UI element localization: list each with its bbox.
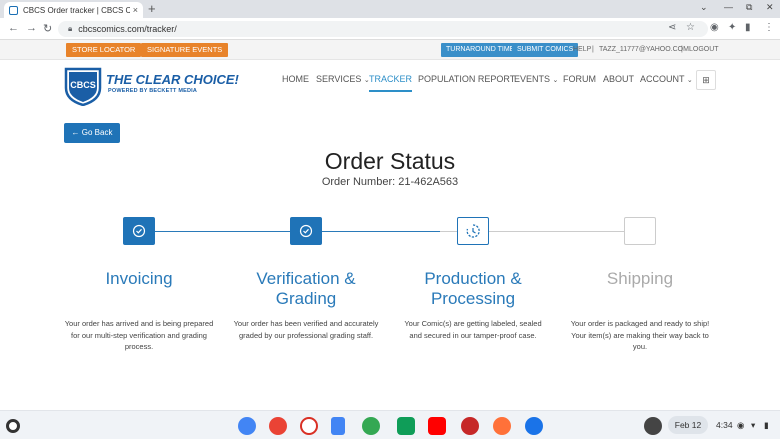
help-link[interactable]: HELP bbox=[573, 46, 591, 53]
user-email-link[interactable]: TAZZ_11777@YAHOO.COM bbox=[599, 46, 689, 53]
restore-button[interactable]: ⧉ bbox=[746, 2, 752, 13]
go-back-button[interactable]: ← Go Back bbox=[64, 123, 120, 143]
clock-time[interactable]: 4:34 bbox=[716, 420, 733, 430]
youtube-icon[interactable] bbox=[428, 417, 446, 435]
utility-bar: STORE LOCATOR SIGNATURE EVENTS TURNAROUN… bbox=[0, 40, 780, 60]
check-circle-icon bbox=[299, 224, 313, 238]
cbcs-favicon-icon bbox=[9, 5, 18, 15]
nav-account[interactable]: ACCOUNT ⌄ bbox=[640, 74, 693, 84]
battery-icon[interactable]: ▮ bbox=[764, 420, 769, 431]
back-nav-button[interactable]: ← bbox=[8, 22, 19, 34]
step-title-production: Production & Processing bbox=[424, 269, 522, 308]
tab-close-icon[interactable]: × bbox=[133, 5, 138, 15]
nav-services-label: SERVICES bbox=[316, 74, 362, 84]
logout-link[interactable]: LOGOUT bbox=[689, 46, 719, 53]
step-title-verification: Verification & Grading bbox=[256, 269, 356, 308]
bookmark-star-icon[interactable]: ☆ bbox=[686, 22, 695, 33]
page-title: Order Status bbox=[324, 148, 456, 174]
logo-powered-by: POWERED BY BECKETT MEDIA bbox=[108, 88, 198, 94]
chevron-down-icon: ⌄ bbox=[552, 77, 559, 84]
tab-title: CBCS Order tracker | CBCS Comi bbox=[23, 5, 130, 15]
nav-events[interactable]: EVENTS ⌄ bbox=[514, 74, 558, 84]
nav-about[interactable]: ABOUT bbox=[603, 74, 634, 84]
nav-events-label: EVENTS bbox=[514, 74, 551, 84]
menu-kebab-icon[interactable]: ⋮ bbox=[764, 22, 774, 33]
docs-icon[interactable] bbox=[331, 417, 345, 435]
reload-button[interactable]: ↻ bbox=[43, 22, 52, 35]
address-bar[interactable]: 🔒︎ cbcscomics.com/tracker/ bbox=[58, 21, 708, 37]
store-locator-button[interactable]: STORE LOCATOR bbox=[66, 43, 142, 57]
step-verification-icon bbox=[290, 217, 322, 245]
step-desc-production: Your Comic(s) are getting labeled, seale… bbox=[404, 319, 542, 340]
avatar[interactable] bbox=[644, 417, 662, 435]
notification-icon[interactable]: ◉ bbox=[737, 420, 744, 431]
wifi-icon[interactable]: ▾ bbox=[751, 420, 755, 431]
step-shipping-icon bbox=[624, 217, 656, 245]
nav-account-label: ACCOUNT bbox=[640, 74, 685, 84]
step-title-invoicing: Invoicing bbox=[105, 269, 173, 288]
minimize-button[interactable]: — bbox=[724, 2, 733, 12]
files-icon[interactable] bbox=[238, 417, 256, 435]
submit-comics-button[interactable]: SUBMIT COMICS bbox=[512, 43, 579, 57]
side-panel-icon[interactable]: ▮ bbox=[745, 22, 751, 33]
camera-icon[interactable] bbox=[525, 417, 543, 435]
app-icon[interactable] bbox=[461, 417, 479, 435]
firefox-icon[interactable] bbox=[493, 417, 511, 435]
extension-icon[interactable]: ◉ bbox=[710, 22, 719, 33]
new-tab-button[interactable]: + bbox=[148, 1, 156, 16]
share-icon[interactable]: ⋖ bbox=[668, 22, 676, 33]
nav-home[interactable]: HOME bbox=[282, 74, 309, 84]
puzzle-icon[interactable]: ✦ bbox=[728, 22, 736, 33]
date-pill[interactable]: Feb 12 bbox=[668, 416, 708, 434]
cart-icon: ⊞ bbox=[702, 75, 710, 85]
step-production-icon bbox=[457, 217, 489, 245]
step-desc-invoicing: Your order has arrived and is being prep… bbox=[64, 319, 214, 351]
browser-tab[interactable]: CBCS Order tracker | CBCS Comi × bbox=[4, 2, 143, 18]
nav-population-report[interactable]: POPULATION REPORT bbox=[418, 74, 515, 84]
nav-forum[interactable]: FORUM bbox=[563, 74, 596, 84]
browser-toolbar: ← → ↻ 🔒︎ cbcscomics.com/tracker/ ⋖ ☆ ◉ ✦… bbox=[0, 18, 780, 40]
os-shelf: Feb 12 4:34 ◉ ▾ ▮ bbox=[0, 410, 780, 439]
order-number: Order Number: 21-462A563 bbox=[321, 176, 459, 188]
step-invoicing-icon bbox=[123, 217, 155, 245]
chrome-icon[interactable] bbox=[269, 417, 287, 435]
url-text: cbcscomics.com/tracker/ bbox=[78, 24, 177, 34]
play-store-icon[interactable] bbox=[362, 417, 380, 435]
step-desc-shipping: Your order is packaged and ready to ship… bbox=[570, 319, 710, 351]
lock-icon: 🔒︎ bbox=[68, 24, 73, 33]
forward-nav-button[interactable]: → bbox=[26, 22, 37, 34]
sheets-icon[interactable] bbox=[397, 417, 415, 435]
check-circle-icon bbox=[132, 224, 146, 238]
gmail-icon[interactable] bbox=[300, 417, 318, 435]
separator: | bbox=[681, 46, 683, 53]
nav-tracker[interactable]: TRACKER bbox=[369, 74, 413, 92]
step-desc-verification: Your order has been verified and accurat… bbox=[233, 319, 379, 340]
tab-search-icon[interactable]: ⌄ bbox=[700, 2, 708, 13]
logo-tagline: THE CLEAR CHOICE! bbox=[106, 72, 239, 87]
chevron-down-icon: ⌄ bbox=[686, 77, 693, 84]
cart-button[interactable]: ⊞ bbox=[696, 70, 716, 90]
step-title-shipping: Shipping bbox=[606, 269, 674, 288]
browser-tabstrip: CBCS Order tracker | CBCS Comi × + ⌄ — ⧉… bbox=[0, 0, 780, 18]
nav-services[interactable]: SERVICES ⌄ bbox=[316, 74, 370, 84]
in-progress-icon bbox=[466, 224, 480, 238]
logo-mark: CBCS bbox=[70, 80, 96, 90]
separator: | bbox=[592, 46, 594, 53]
cbcs-shield-logo[interactable]: CBCS bbox=[64, 66, 102, 106]
signature-events-button[interactable]: SIGNATURE EVENTS bbox=[141, 43, 229, 57]
launcher-icon[interactable] bbox=[6, 419, 20, 433]
close-window-button[interactable]: ✕ bbox=[766, 2, 774, 13]
main-navigation: CBCS THE CLEAR CHOICE! POWERED BY BECKET… bbox=[0, 60, 780, 106]
